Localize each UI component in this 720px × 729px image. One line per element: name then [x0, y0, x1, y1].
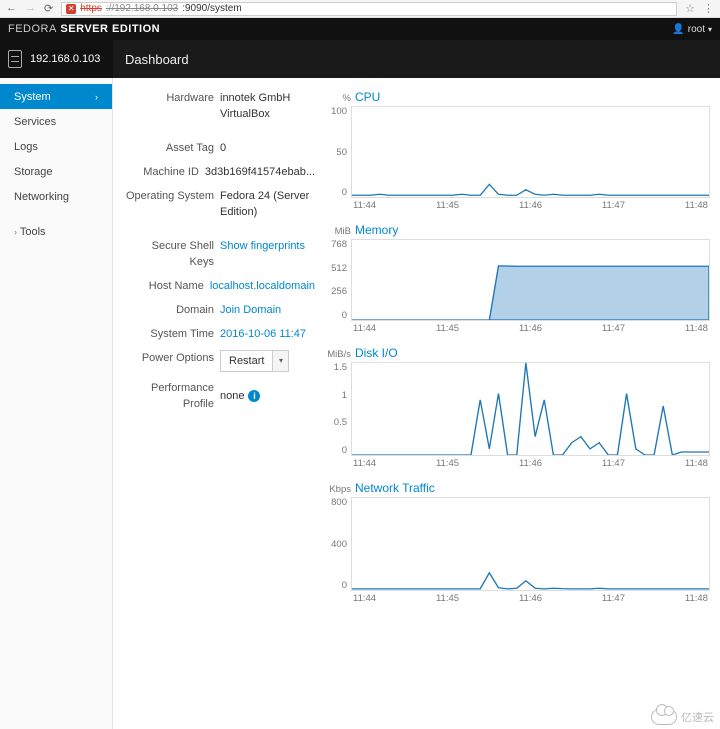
- brand: FEDORA SERVER EDITION: [8, 23, 160, 35]
- chart-title[interactable]: Network Traffic: [355, 481, 435, 495]
- sidebar-item-label: Networking: [14, 191, 69, 203]
- chart-network-traffic: Kbps Network Traffic 800400011:4411:4511:4…: [319, 481, 710, 604]
- chart-title[interactable]: CPU: [355, 90, 380, 104]
- label-os: Operating System: [125, 188, 220, 220]
- sidebar-item-networking[interactable]: Networking: [0, 184, 112, 209]
- sidebar-item-label: Storage: [14, 166, 53, 178]
- info-icon[interactable]: i: [248, 390, 260, 402]
- power-dropdown[interactable]: ▾: [273, 350, 289, 372]
- chevron-down-icon: ▾: [279, 353, 283, 369]
- value-asset-tag: 0: [220, 140, 315, 156]
- page-title: Dashboard: [125, 52, 189, 67]
- label-system-time: System Time: [125, 326, 220, 342]
- sidebar-item-storage[interactable]: Storage: [0, 159, 112, 184]
- server-icon: [8, 50, 22, 68]
- chart-memory: MiB Memory 768512256011:4411:4511:4611:471…: [319, 223, 710, 334]
- plot-area: [351, 106, 710, 198]
- back-icon[interactable]: ←: [6, 2, 17, 15]
- label-hostname: Host Name: [125, 278, 210, 294]
- host-ip: 192.168.0.103: [30, 53, 100, 65]
- value-os: Fedora 24 (Server Edition): [220, 188, 315, 220]
- breadcrumb: Dashboard: [113, 40, 201, 78]
- chart-title[interactable]: Memory: [355, 223, 398, 237]
- sidebar-item-logs[interactable]: Logs: [0, 134, 112, 159]
- restart-button[interactable]: Restart: [220, 350, 273, 372]
- y-axis: 7685122560: [319, 239, 351, 321]
- plot-area: [351, 239, 710, 321]
- link-show-fingerprints[interactable]: Show fingerprints: [220, 238, 315, 270]
- value-hardware: innotek GmbH VirtualBox: [220, 90, 315, 122]
- insecure-lock-icon: ✕: [66, 4, 76, 14]
- browser-toolbar: ← → ⟳ ✕ https ://192.168.0.103 :9090/sys…: [0, 0, 720, 18]
- plot-area: [351, 362, 710, 456]
- sidebar-item-label: Services: [14, 116, 56, 128]
- system-info: Hardware innotek GmbH VirtualBox Asset T…: [125, 90, 315, 729]
- user-icon: 👤: [672, 24, 684, 35]
- chevron-down-icon: ▾: [708, 25, 712, 34]
- url-scheme: https: [80, 3, 102, 14]
- chart-unit: Kbps: [319, 484, 351, 495]
- sidebar-item-services[interactable]: Services: [0, 109, 112, 134]
- y-axis: 100500: [319, 106, 351, 198]
- reload-icon[interactable]: ⟳: [44, 2, 53, 15]
- brand-server: SERVER EDITION: [60, 23, 160, 35]
- plot-area: [351, 497, 710, 591]
- label-perf-profile: Performance Profile: [125, 380, 220, 412]
- label-asset-tag: Asset Tag: [125, 140, 220, 156]
- sidebar-item-tools[interactable]: › Tools: [0, 219, 112, 244]
- sub-bar: 192.168.0.103 Dashboard: [0, 40, 720, 78]
- chart-unit: %: [319, 93, 351, 104]
- value-perf-profile: none: [220, 388, 244, 404]
- forward-icon[interactable]: →: [25, 2, 36, 15]
- label-hardware: Hardware: [125, 90, 220, 122]
- label-domain: Domain: [125, 302, 220, 318]
- sidebar-item-label: System: [14, 91, 51, 103]
- x-axis: 11:4411:4511:4611:4711:48: [351, 323, 710, 334]
- x-axis: 11:4411:4511:4611:4711:48: [351, 458, 710, 469]
- sidebar-item-system[interactable]: System ›: [0, 84, 112, 109]
- chevron-right-icon: ›: [95, 92, 98, 102]
- link-join-domain[interactable]: Join Domain: [220, 302, 315, 318]
- user-menu[interactable]: 👤 root ▾: [672, 24, 712, 35]
- url-host: ://192.168.0.103: [106, 3, 178, 14]
- x-axis: 11:4411:4511:4611:4711:48: [351, 593, 710, 604]
- brand-fedora: FEDORA: [8, 23, 57, 35]
- y-axis: 8004000: [319, 497, 351, 591]
- label-power: Power Options: [125, 350, 220, 372]
- top-bar: FEDORA SERVER EDITION 👤 root ▾: [0, 18, 720, 40]
- browser-menu-icon[interactable]: ⋮: [703, 2, 714, 15]
- link-system-time[interactable]: 2016-10-06 11:47: [220, 326, 315, 342]
- link-hostname[interactable]: localhost.localdomain: [210, 278, 315, 294]
- chart-unit: MiB/s: [319, 349, 351, 360]
- chart-disk-i-o: MiB/s Disk I/O 1.510.5011:4411:4511:4611:4…: [319, 346, 710, 469]
- url-bar[interactable]: ✕ https ://192.168.0.103 :9090/system: [61, 2, 677, 16]
- label-ssh-keys: Secure Shell Keys: [125, 238, 220, 270]
- sidebar-item-label: Logs: [14, 141, 38, 153]
- charts-column: %CPU10050011:4411:4511:4611:4711:48MiBMe…: [319, 90, 710, 729]
- x-axis: 11:4411:4511:4611:4711:48: [351, 200, 710, 211]
- bookmark-star-icon[interactable]: ☆: [685, 2, 695, 15]
- sidebar-item-label: › Tools: [14, 226, 46, 238]
- chart-cpu: % CPU 10050011:4411:4511:4611:4711:48: [319, 90, 710, 211]
- value-machine-id: 3d3b169f41574ebab...: [205, 164, 315, 180]
- chart-unit: MiB: [319, 226, 351, 237]
- label-machine-id: Machine ID: [125, 164, 205, 180]
- chart-title[interactable]: Disk I/O: [355, 346, 398, 360]
- y-axis: 1.510.50: [319, 362, 351, 456]
- host-tab[interactable]: 192.168.0.103: [0, 40, 113, 78]
- user-name: root: [688, 24, 705, 35]
- sidebar: System › Services Logs Storage Networkin…: [0, 78, 113, 729]
- url-path: :9090/system: [182, 3, 241, 14]
